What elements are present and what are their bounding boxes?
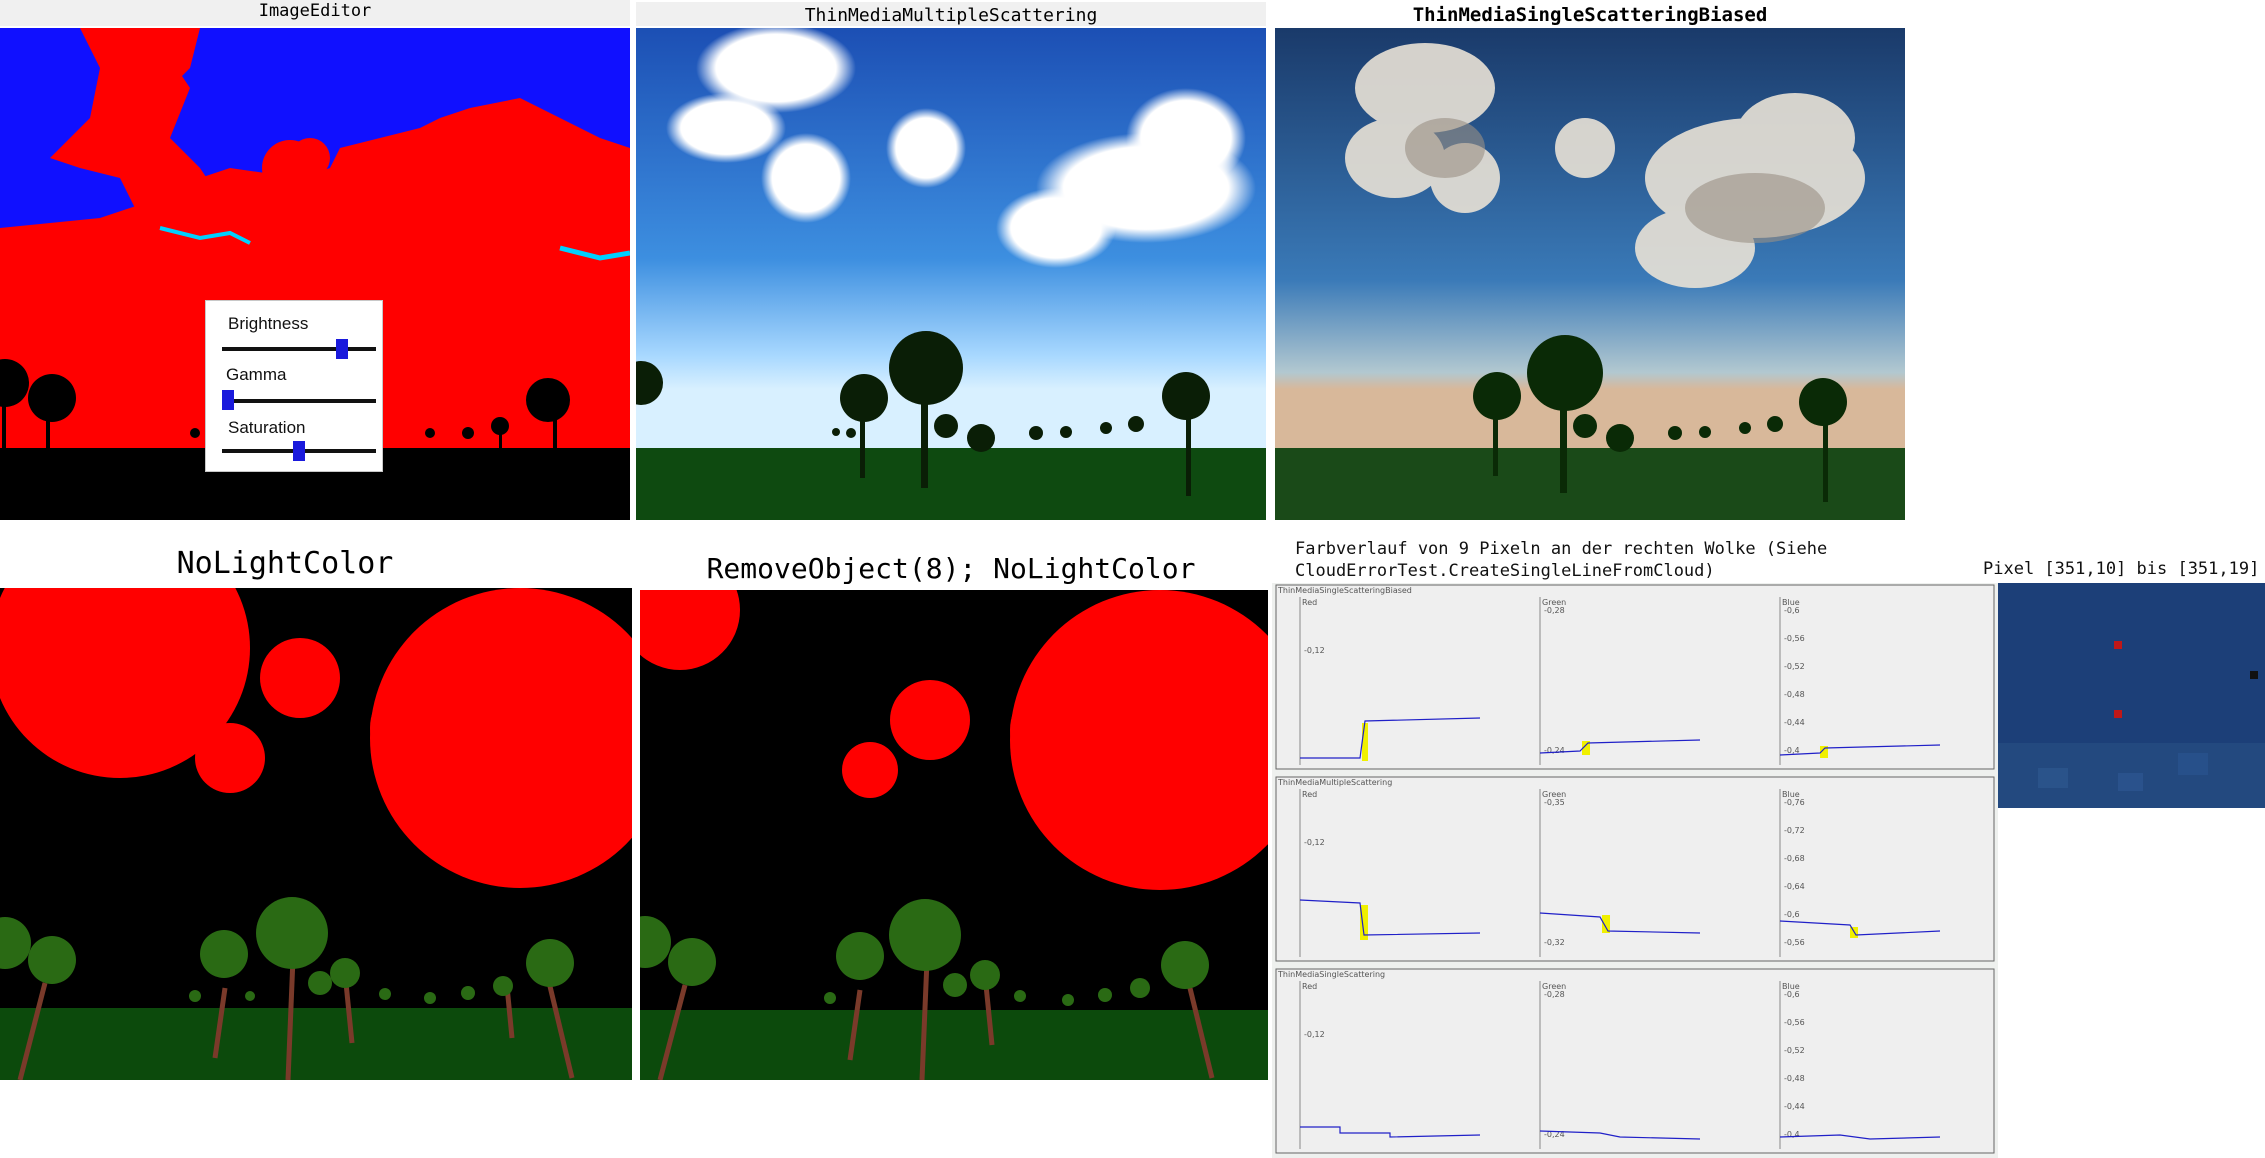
plot-row-0-title: ThinMediaSingleScatteringBiased — [1277, 586, 1412, 595]
image-editor-title: ImageEditor — [0, 0, 630, 26]
plot-tick-1-0-0: -0,12 — [1304, 838, 1325, 847]
no-light-color-title: NoLightColor — [176, 546, 394, 581]
color-gradient-plots: ThinMediaSingleScatteringBiased Red -0,12 G… — [1272, 583, 1998, 1158]
no-light-color-render — [0, 588, 632, 1080]
plot-tick-2-2-1: -0,56 — [1784, 1018, 1805, 1027]
brightness-slider-track[interactable] — [222, 347, 376, 351]
plot-tick-0-2-1: -0,56 — [1784, 634, 1805, 643]
plot-tick-0-1-1: -0,24 — [1544, 746, 1565, 755]
plot-tick-2-1-0: -0,28 — [1544, 990, 1565, 999]
plot-row-1-title: ThinMediaMultipleScattering — [1277, 778, 1392, 787]
plot-tick-2-2-5: -0,4 — [1784, 1130, 1800, 1139]
plot-tick-1-2-3: -0,64 — [1784, 882, 1805, 891]
brightness-label: Brightness — [228, 314, 309, 333]
gamma-slider-track[interactable] — [222, 399, 376, 403]
brightness-slider-thumb[interactable] — [335, 339, 348, 359]
plot-tick-0-1-0: -0,28 — [1544, 606, 1565, 615]
plot-tick-2-2-4: -0,44 — [1784, 1102, 1805, 1111]
plot-row-2-title: ThinMediaSingleScattering — [1277, 970, 1385, 979]
gradient-caption-line2: CloudErrorTest.CreateSingleLineFromCloud… — [1295, 561, 1715, 581]
multiple-scattering-render — [636, 28, 1266, 520]
pixel-marker-start — [2114, 641, 2122, 649]
single-scattering-biased-render — [1275, 28, 1905, 520]
plot-tick-1-2-2: -0,68 — [1784, 854, 1805, 863]
plot-tick-0-2-2: -0,52 — [1784, 662, 1805, 671]
gradient-caption-line1: Farbverlauf von 9 Pixeln an der rechten … — [1295, 539, 1828, 559]
plot-tick-1-2-4: -0,6 — [1784, 910, 1800, 919]
highlight-mark-0-0 — [1362, 723, 1368, 761]
plot-tick-2-2-2: -0,52 — [1784, 1046, 1805, 1055]
plot-tick-1-2-5: -0,56 — [1784, 938, 1805, 947]
highlight-mark-1-1 — [1602, 915, 1610, 933]
saturation-slider-thumb[interactable] — [293, 441, 305, 461]
plot-row-2-frame — [1275, 968, 1995, 1154]
remove-object-title: RemoveObject(8); NoLightColor — [706, 552, 1196, 585]
gradient-caption: Farbverlauf von 9 Pixeln an der rechten … — [1295, 538, 1875, 582]
plot-tick-1-1-0: -0,35 — [1544, 798, 1565, 807]
plot-tick-0-2-0: -0,6 — [1784, 606, 1800, 615]
remove-object-render — [640, 590, 1268, 1080]
plot-tick-2-2-3: -0,48 — [1784, 1074, 1805, 1083]
plot-tick-1-2-1: -0,72 — [1784, 826, 1805, 835]
pixel-range-caption: Pixel [351,10] bis [351,19] — [1983, 559, 2260, 579]
gamma-label: Gamma — [226, 365, 287, 384]
plot-col-label-0-0: Red — [1302, 598, 1317, 607]
plot-tick-2-0-0: -0,12 — [1304, 1030, 1325, 1039]
plot-col-label-1-0: Red — [1302, 790, 1317, 799]
single-scattering-biased-title: ThinMediaSingleScatteringBiased — [1412, 4, 1768, 26]
plot-tick-0-0-0: -0,12 — [1304, 646, 1325, 655]
pixel-marker-end — [2114, 710, 2122, 718]
plot-tick-1-1-1: -0,32 — [1544, 938, 1565, 947]
plot-tick-0-2-3: -0,48 — [1784, 690, 1805, 699]
image-editor-sliders: Brightness Gamma Saturation — [205, 300, 383, 472]
plot-tick-0-2-4: -0,44 — [1784, 718, 1805, 727]
saturation-label: Saturation — [228, 418, 306, 437]
multiple-scattering-title: ThinMediaMultipleScattering — [636, 2, 1266, 26]
gamma-slider-thumb[interactable] — [222, 390, 234, 410]
plot-tick-2-2-0: -0,6 — [1784, 990, 1800, 999]
plot-tick-1-2-0: -0,76 — [1784, 798, 1805, 807]
plot-col-label-2-0: Red — [1302, 982, 1317, 991]
pixel-preview — [1998, 583, 2265, 808]
